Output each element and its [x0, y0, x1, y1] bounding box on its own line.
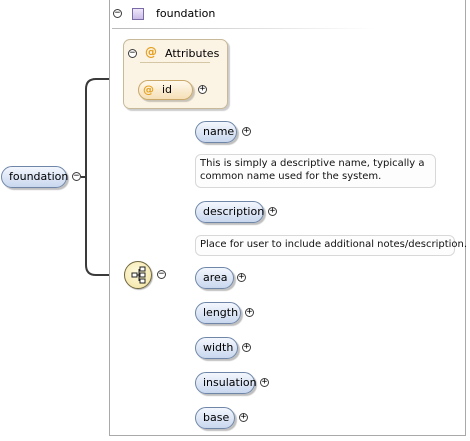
frame-collapse-toggle[interactable]: −: [113, 9, 122, 18]
element-length-label: length: [203, 306, 239, 319]
attributes-at-icon: @: [145, 45, 157, 59]
element-description-documentation: Place for user to include additional not…: [195, 235, 467, 256]
attribute-id[interactable]: @ id: [138, 80, 193, 100]
sequence-compositor-icon[interactable]: [124, 261, 152, 289]
element-base-expand[interactable]: +: [239, 413, 248, 422]
element-description-label: description: [203, 205, 265, 218]
attributes-header: Attributes: [165, 47, 220, 60]
element-name-label: name: [203, 125, 235, 138]
attribute-id-expand[interactable]: +: [198, 85, 207, 94]
root-element-foundation[interactable]: foundation: [1, 166, 69, 188]
element-area-label: area: [203, 271, 228, 284]
attributes-divider: [140, 62, 210, 63]
complex-type-icon: [132, 8, 144, 20]
element-insulation[interactable]: insulation: [195, 372, 257, 394]
element-width-label: width: [203, 341, 234, 354]
element-name-expand[interactable]: +: [242, 127, 251, 136]
root-collapse-toggle[interactable]: −: [72, 172, 81, 181]
element-name[interactable]: name: [195, 121, 237, 143]
attribute-at-icon: @: [143, 83, 154, 96]
frame-title: foundation: [156, 7, 216, 20]
element-width-expand[interactable]: +: [242, 343, 251, 352]
attribute-id-label: id: [162, 83, 173, 96]
element-base-label: base: [203, 411, 230, 424]
element-insulation-expand[interactable]: +: [260, 378, 269, 387]
element-description-expand[interactable]: +: [268, 207, 277, 216]
element-length-expand[interactable]: +: [245, 308, 254, 317]
attributes-collapse-toggle[interactable]: −: [128, 49, 137, 58]
element-area-expand[interactable]: +: [237, 273, 246, 282]
element-description[interactable]: description: [195, 201, 264, 223]
sequence-glyph-icon: [131, 266, 146, 284]
element-area[interactable]: area: [195, 267, 234, 289]
element-insulation-label: insulation: [203, 376, 257, 389]
frame-title-underline: [112, 28, 374, 29]
element-length[interactable]: length: [195, 302, 241, 324]
element-width[interactable]: width: [195, 337, 238, 359]
sequence-collapse-toggle[interactable]: −: [157, 270, 166, 279]
element-base[interactable]: base: [195, 407, 235, 429]
root-element-label: foundation: [9, 170, 69, 183]
element-name-documentation: This is simply a descriptive name, typic…: [195, 154, 436, 188]
